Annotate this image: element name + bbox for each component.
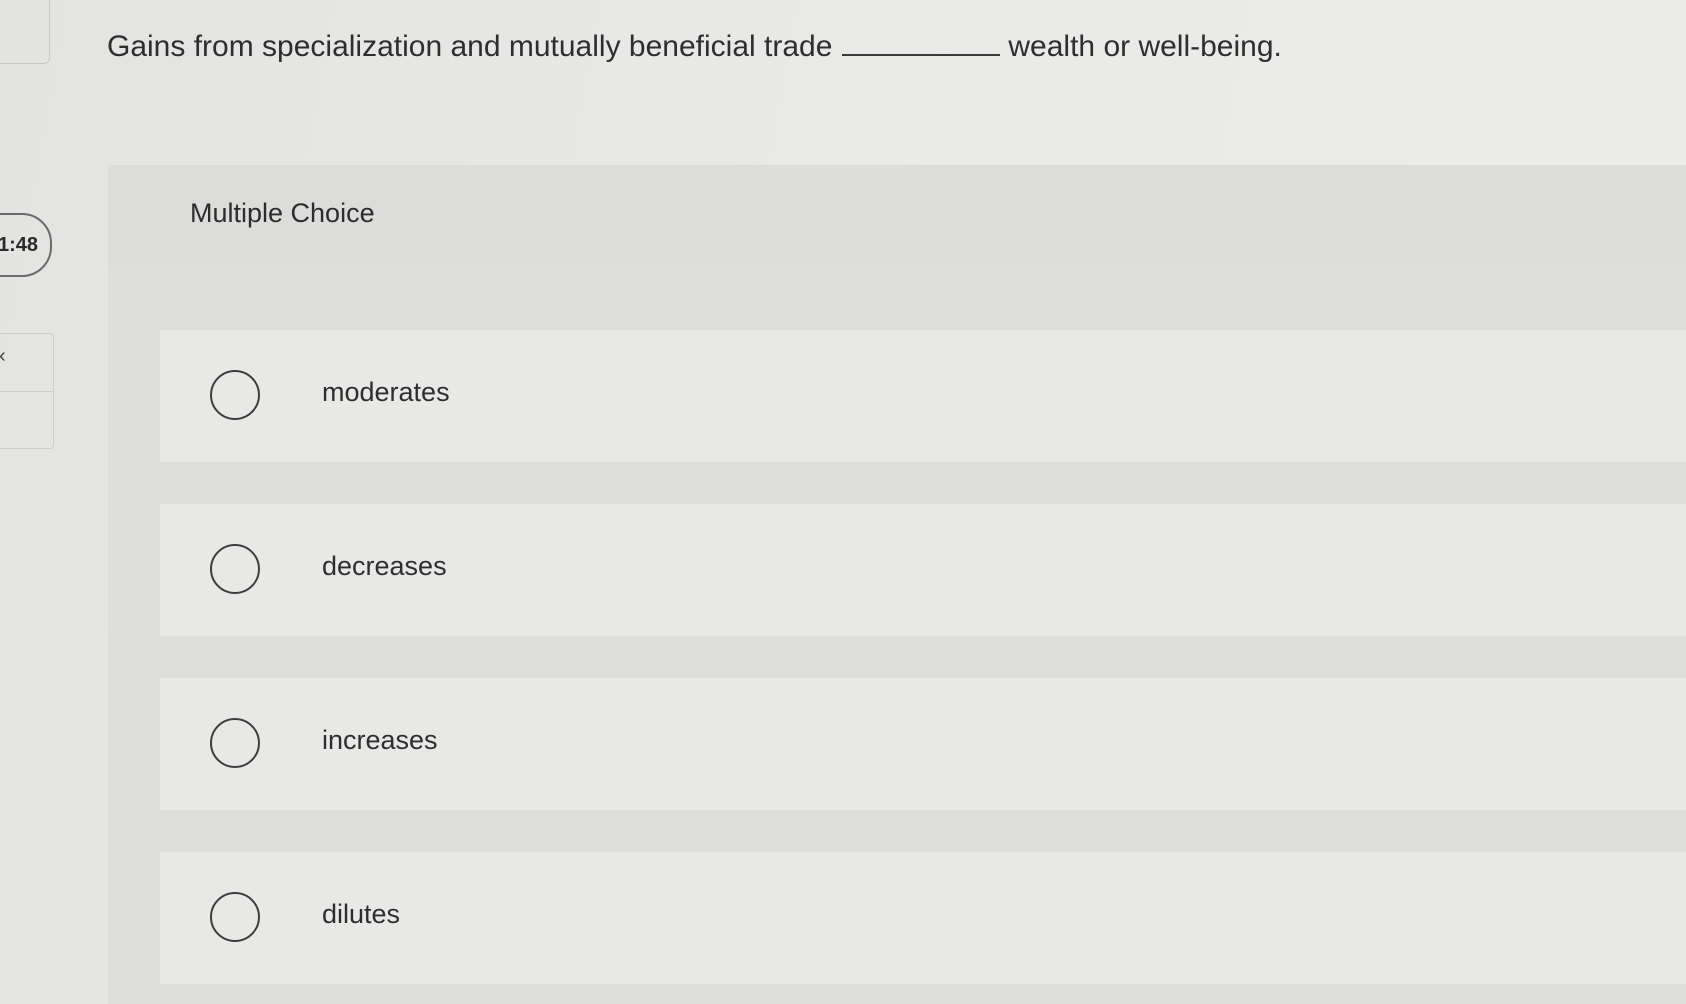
radio-button[interactable] bbox=[210, 892, 260, 942]
answer-option-increases[interactable]: increases bbox=[160, 678, 1686, 810]
answer-blank bbox=[842, 28, 1001, 56]
timer-badge[interactable]: 1:48 bbox=[0, 213, 52, 277]
multiple-choice-header: Multiple Choice bbox=[108, 165, 1686, 265]
multiple-choice-title: Multiple Choice bbox=[190, 198, 375, 228]
option-label: decreases bbox=[322, 551, 447, 581]
question-nav: ‹ bbox=[0, 333, 54, 449]
option-label: moderates bbox=[322, 377, 450, 407]
timer-text: 1:48 bbox=[0, 233, 38, 256]
radio-button[interactable] bbox=[210, 544, 260, 594]
question-prompt: Gains from specialization and mutually b… bbox=[107, 28, 1282, 64]
radio-button[interactable] bbox=[210, 718, 260, 768]
radio-button[interactable] bbox=[210, 370, 260, 420]
answer-option-decreases[interactable]: decreases bbox=[160, 504, 1686, 636]
answer-option-moderates[interactable]: moderates bbox=[160, 330, 1686, 462]
question-text-before: Gains from specialization and mutually b… bbox=[107, 30, 833, 63]
top-left-panel-edge bbox=[0, 0, 50, 64]
option-label: increases bbox=[322, 725, 438, 755]
nav-divider bbox=[0, 391, 53, 392]
question-text-after: wealth or well-being. bbox=[1008, 30, 1282, 63]
option-label: dilutes bbox=[322, 899, 401, 929]
chevron-left-icon[interactable]: ‹ bbox=[0, 346, 6, 366]
multiple-choice-panel: Multiple Choice moderates decreases incr… bbox=[108, 165, 1686, 1004]
answer-option-dilutes[interactable]: dilutes bbox=[160, 852, 1686, 984]
